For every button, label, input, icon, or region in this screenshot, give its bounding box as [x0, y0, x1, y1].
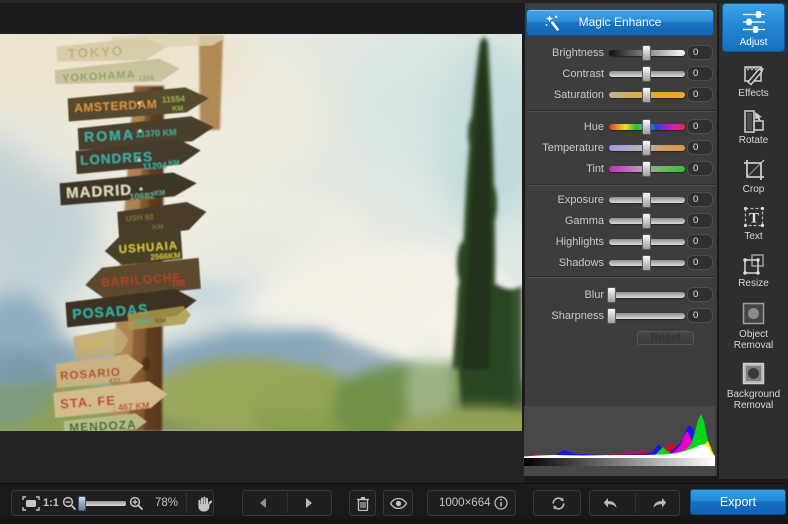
svg-text:KM: KM — [172, 105, 183, 113]
svg-text:10682: 10682 — [129, 190, 155, 201]
svg-text:KM: KM — [168, 160, 179, 168]
svg-text:MADRID: MADRID — [66, 182, 133, 202]
svg-text:1314: 1314 — [138, 75, 154, 83]
svg-text:433: 433 — [109, 378, 121, 386]
svg-text:1002: 1002 — [134, 316, 153, 326]
svg-text:T: T — [748, 211, 758, 227]
svg-text:TOKYO: TOKYO — [68, 43, 125, 61]
svg-text:KM: KM — [155, 317, 167, 325]
svg-text:11554: 11554 — [162, 93, 186, 104]
svg-text:ROMA: ROMA — [84, 126, 136, 145]
svg-text:KM: KM — [154, 190, 165, 198]
svg-text:MENDOZA: MENDOZA — [69, 417, 137, 431]
svg-text:11204: 11204 — [142, 160, 167, 171]
svg-text:KM: KM — [152, 224, 164, 232]
svg-text:UR: UR — [172, 278, 186, 289]
